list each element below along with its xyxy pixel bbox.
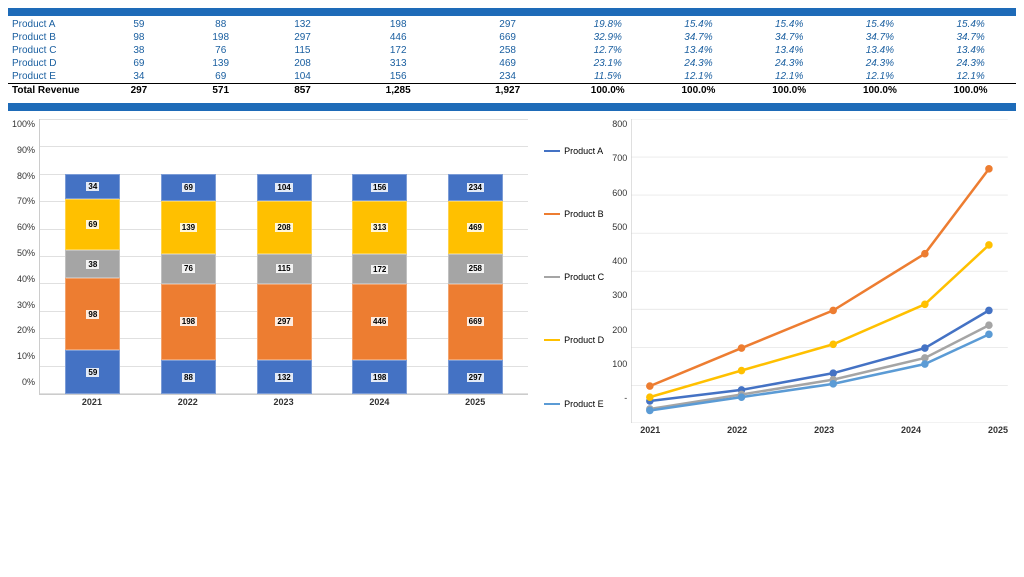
line-chart-inner: 800 700 600 500 400 300 200 100 - xyxy=(612,119,1008,423)
legend-line xyxy=(544,403,560,405)
segment-C: 115 xyxy=(257,254,312,284)
segment-A: 88 xyxy=(161,360,216,394)
line-chart-container: Product A Product B Product C Product D … xyxy=(532,111,1016,411)
segment-D: 313 xyxy=(352,201,407,255)
legend-item: Product D xyxy=(544,335,604,345)
top-section: Product A5988132198297Product B981982974… xyxy=(8,8,1016,97)
legend-line xyxy=(544,150,560,152)
legend-label: Product A xyxy=(564,146,603,156)
legend-line xyxy=(544,276,560,278)
table-row: Product C3876115172258 xyxy=(8,44,562,57)
bar-chart-container: 100% 90% 80% 70% 60% 50% 40% 30% 20% 10%… xyxy=(8,111,532,411)
chart-title xyxy=(8,103,1016,111)
legend-line xyxy=(544,213,560,215)
table-row: Product D69139208313469 xyxy=(8,57,562,70)
table-row: Product A5988132198297 xyxy=(8,18,562,31)
segment-B: 669 xyxy=(448,284,503,360)
segment-A: 297 xyxy=(448,360,503,394)
legend-label: Product C xyxy=(564,272,604,282)
bar-stack: 297669258469234 xyxy=(448,174,503,394)
line-x-labels: 20212022202320242025 xyxy=(612,423,1008,435)
bottom-section: 100% 90% 80% 70% 60% 50% 40% 30% 20% 10%… xyxy=(8,103,1016,411)
x-label: 2025 xyxy=(448,397,503,407)
bars-group: 5998386934881987613969132297115208104198… xyxy=(40,119,528,394)
tables-row: Product A5988132198297Product B981982974… xyxy=(8,16,1016,97)
segment-A: 59 xyxy=(65,350,120,394)
segment-C: 76 xyxy=(161,254,216,283)
bar-column: 881987613969 xyxy=(161,174,216,394)
legend-label: Product E xyxy=(564,399,604,409)
table-title xyxy=(8,8,1016,16)
bar-stack: 132297115208104 xyxy=(257,174,312,394)
segment-C: 38 xyxy=(65,250,120,278)
segment-E: 34 xyxy=(65,174,120,199)
bar-chart-area: 100% 90% 80% 70% 60% 50% 40% 30% 20% 10%… xyxy=(12,119,528,407)
x-label: 2022 xyxy=(160,397,215,407)
segment-A: 132 xyxy=(257,360,312,394)
legend-label: Product D xyxy=(564,335,604,345)
segment-C: 258 xyxy=(448,254,503,283)
total-row: Total Revenue2975718571,2851,927 xyxy=(8,84,562,98)
x-label: 2023 xyxy=(256,397,311,407)
pct-row: 11.5%12.1%12.1%12.1%12.1% xyxy=(562,70,1016,84)
segment-E: 69 xyxy=(161,174,216,201)
line-chart-svg xyxy=(631,119,1008,423)
bar-x-labels: 2021 2022 2023 2024 2025 xyxy=(39,395,528,407)
legend-item: Product C xyxy=(544,272,604,282)
segment-E: 156 xyxy=(352,174,407,201)
segment-D: 69 xyxy=(65,199,120,250)
segment-B: 198 xyxy=(161,284,216,360)
bar-stack: 5998386934 xyxy=(65,174,120,394)
legend-label: Product B xyxy=(564,209,604,219)
x-label: 2024 xyxy=(352,397,407,407)
charts-row: 100% 90% 80% 70% 60% 50% 40% 30% 20% 10%… xyxy=(8,111,1016,411)
segment-D: 139 xyxy=(161,201,216,255)
right-table: 19.8%15.4%15.4%15.4%15.4%32.9%34.7%34.7%… xyxy=(562,16,1016,97)
chart-and-legend: Product A Product B Product C Product D … xyxy=(536,119,1008,435)
pct-row: 32.9%34.7%34.7%34.7%34.7% xyxy=(562,31,1016,44)
left-table: Product A5988132198297Product B981982974… xyxy=(8,16,562,97)
bar-column: 132297115208104 xyxy=(257,174,312,394)
pct-row: 12.7%13.4%13.4%13.4%13.4% xyxy=(562,44,1016,57)
line-y-axis: 800 700 600 500 400 300 200 100 - xyxy=(612,119,631,423)
bars-area: 5998386934881987613969132297115208104198… xyxy=(39,119,528,395)
legend: Product A Product B Product C Product D … xyxy=(536,119,612,435)
segment-E: 104 xyxy=(257,174,312,201)
legend-item: Product A xyxy=(544,146,604,156)
segment-E: 234 xyxy=(448,174,503,201)
bar-stack: 881987613969 xyxy=(161,174,216,394)
bar-chart-inner: 5998386934881987613969132297115208104198… xyxy=(39,119,528,407)
segment-B: 446 xyxy=(352,284,407,360)
segment-B: 98 xyxy=(65,278,120,350)
x-label: 2021 xyxy=(64,397,119,407)
bar-column: 198446172313156 xyxy=(352,174,407,394)
bar-column: 297669258469234 xyxy=(448,174,503,394)
segment-A: 198 xyxy=(352,360,407,394)
pct-row: 19.8%15.4%15.4%15.4%15.4% xyxy=(562,18,1016,31)
bar-stack: 198446172313156 xyxy=(352,174,407,394)
segment-B: 297 xyxy=(257,284,312,360)
line-chart-area xyxy=(631,119,1008,423)
table-row: Product E3469104156234 xyxy=(8,70,562,84)
segment-C: 172 xyxy=(352,254,407,283)
segment-D: 208 xyxy=(257,201,312,254)
pct-row: 23.1%24.3%24.3%24.3%24.3% xyxy=(562,57,1016,70)
bar-y-axis: 100% 90% 80% 70% 60% 50% 40% 30% 20% 10%… xyxy=(12,119,39,407)
legend-line xyxy=(544,339,560,341)
legend-item: Product E xyxy=(544,399,604,409)
total-pct-row: 100.0%100.0%100.0%100.0%100.0% xyxy=(562,84,1016,98)
segment-D: 469 xyxy=(448,201,503,255)
bar-column: 5998386934 xyxy=(65,174,120,394)
legend-item: Product B xyxy=(544,209,604,219)
table-row: Product B98198297446669 xyxy=(8,31,562,44)
